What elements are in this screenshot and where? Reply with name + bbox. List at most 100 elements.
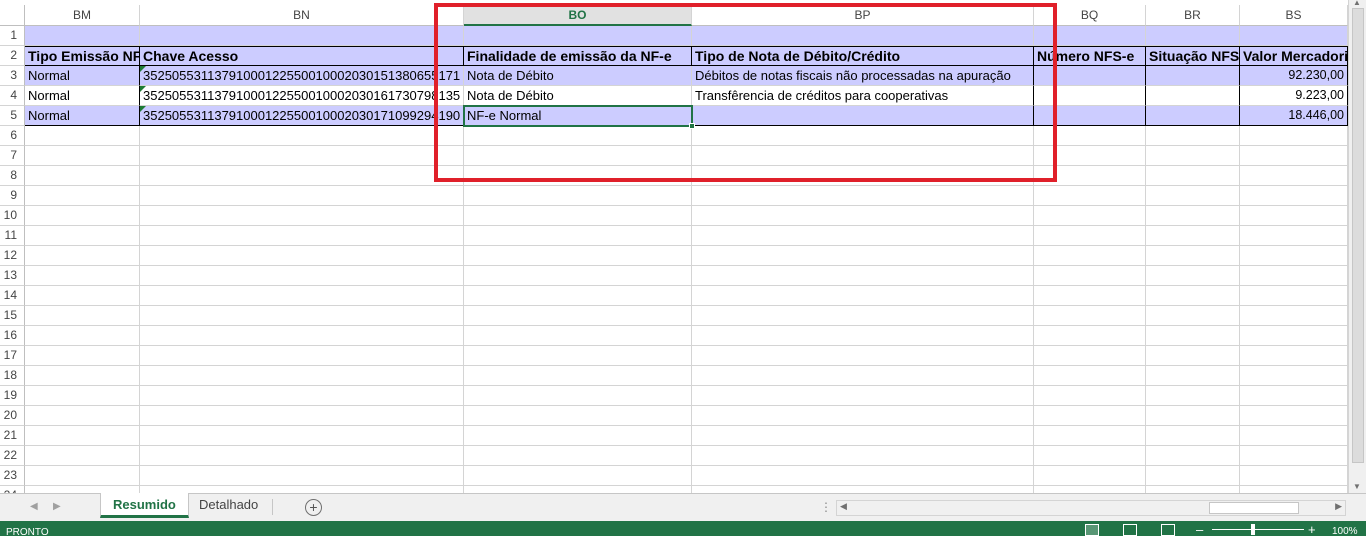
cell-bn[interactable] xyxy=(140,206,464,226)
cell-bm[interactable]: Normal xyxy=(25,66,140,86)
cell-bo[interactable] xyxy=(464,246,692,266)
cell-bs[interactable] xyxy=(1240,126,1348,146)
cell-br[interactable] xyxy=(1146,306,1240,326)
row-number[interactable]: 18 xyxy=(0,366,25,386)
horizontal-scrollbar[interactable]: ◀ ▶ xyxy=(836,500,1346,516)
cell-bn[interactable] xyxy=(140,166,464,186)
cell-br[interactable] xyxy=(1146,466,1240,486)
cell-bo[interactable]: NF-e Normal xyxy=(464,106,692,126)
cell-bn[interactable] xyxy=(140,386,464,406)
row-number[interactable]: 11 xyxy=(0,226,25,246)
cell-bm[interactable] xyxy=(25,226,140,246)
cell-bq[interactable]: Número NFS-e xyxy=(1034,46,1146,66)
row-number[interactable]: 5 xyxy=(0,106,25,126)
cell-bp[interactable] xyxy=(692,166,1034,186)
zoom-slider[interactable] xyxy=(1212,529,1304,530)
cell-bo[interactable] xyxy=(464,146,692,166)
cell-bo[interactable] xyxy=(464,346,692,366)
cell-br[interactable] xyxy=(1146,406,1240,426)
zoom-out-icon[interactable]: – xyxy=(1196,522,1203,536)
row-number[interactable]: 19 xyxy=(0,386,25,406)
cell-bo[interactable] xyxy=(464,186,692,206)
cell-br[interactable] xyxy=(1146,206,1240,226)
cell-bp[interactable] xyxy=(692,106,1034,126)
row-number[interactable]: 14 xyxy=(0,286,25,306)
cell-br[interactable] xyxy=(1146,486,1240,493)
cell-bm[interactable] xyxy=(25,426,140,446)
cell-bq[interactable] xyxy=(1034,26,1146,46)
cell-bp[interactable] xyxy=(692,406,1034,426)
cell-bq[interactable] xyxy=(1034,106,1146,126)
grid-view-icon[interactable] xyxy=(1085,524,1099,536)
row-number[interactable]: 7 xyxy=(0,146,25,166)
cell-bn[interactable] xyxy=(140,346,464,366)
cell-bs[interactable]: 92.230,00 xyxy=(1240,66,1348,86)
select-all-corner[interactable] xyxy=(0,5,25,26)
row-number[interactable]: 4 xyxy=(0,86,25,106)
cell-bs[interactable] xyxy=(1240,226,1348,246)
zoom-level[interactable]: 100% xyxy=(1332,526,1358,536)
row-number[interactable]: 8 xyxy=(0,166,25,186)
cell-bo[interactable]: Nota de Débito xyxy=(464,86,692,106)
cell-bp[interactable] xyxy=(692,266,1034,286)
cell-bm[interactable] xyxy=(25,446,140,466)
cell-bs[interactable] xyxy=(1240,386,1348,406)
cell-br[interactable] xyxy=(1146,66,1240,86)
cell-bq[interactable] xyxy=(1034,286,1146,306)
cell-bn[interactable] xyxy=(140,366,464,386)
cell-bo[interactable] xyxy=(464,326,692,346)
row-number[interactable]: 21 xyxy=(0,426,25,446)
fill-handle[interactable] xyxy=(689,123,695,129)
vertical-scroll-thumb[interactable] xyxy=(1352,8,1364,463)
cell-bo[interactable] xyxy=(464,366,692,386)
zoom-in-icon[interactable]: + xyxy=(1308,522,1316,536)
column-header-bp[interactable]: BP xyxy=(692,5,1034,26)
cell-bm[interactable]: Tipo Emissão NF-e xyxy=(25,46,140,66)
cell-bq[interactable] xyxy=(1034,426,1146,446)
cell-bn[interactable] xyxy=(140,26,464,46)
cell-bs[interactable]: Valor Mercadorias xyxy=(1240,46,1348,66)
cell-bs[interactable]: 18.446,00 xyxy=(1240,106,1348,126)
cell-br[interactable] xyxy=(1146,346,1240,366)
cell-bo[interactable] xyxy=(464,226,692,246)
cell-bn[interactable] xyxy=(140,326,464,346)
cell-bm[interactable] xyxy=(25,206,140,226)
cell-bq[interactable] xyxy=(1034,386,1146,406)
cell-br[interactable] xyxy=(1146,166,1240,186)
cell-bp[interactable]: Tipo de Nota de Débito/Crédito xyxy=(692,46,1034,66)
cell-bn[interactable] xyxy=(140,246,464,266)
cell-bq[interactable] xyxy=(1034,326,1146,346)
cell-br[interactable] xyxy=(1146,366,1240,386)
cell-br[interactable] xyxy=(1146,26,1240,46)
cell-bq[interactable] xyxy=(1034,346,1146,366)
cell-br[interactable] xyxy=(1146,146,1240,166)
cell-bo[interactable] xyxy=(464,166,692,186)
cell-bp[interactable] xyxy=(692,386,1034,406)
cell-bq[interactable] xyxy=(1034,166,1146,186)
cell-bn[interactable]: Chave Acesso xyxy=(140,46,464,66)
cell-bm[interactable] xyxy=(25,126,140,146)
prev-sheet-icon[interactable]: ◀ xyxy=(30,501,38,512)
page-layout-icon[interactable] xyxy=(1123,524,1137,536)
cell-bp[interactable] xyxy=(692,226,1034,246)
row-number[interactable]: 20 xyxy=(0,406,25,426)
vertical-scrollbar[interactable]: ▲ ▼ xyxy=(1348,0,1366,493)
cell-br[interactable] xyxy=(1146,246,1240,266)
cell-br[interactable] xyxy=(1146,386,1240,406)
cell-bn[interactable] xyxy=(140,266,464,286)
cell-bm[interactable] xyxy=(25,246,140,266)
cell-br[interactable] xyxy=(1146,446,1240,466)
page-break-icon[interactable] xyxy=(1161,524,1175,536)
row-number[interactable]: 12 xyxy=(0,246,25,266)
cell-bs[interactable] xyxy=(1240,306,1348,326)
cell-bs[interactable] xyxy=(1240,166,1348,186)
cell-bs[interactable] xyxy=(1240,286,1348,306)
row-number[interactable]: 10 xyxy=(0,206,25,226)
spreadsheet-grid[interactable]: BM BN BO BP BQ BR BS 12Tipo Emissão NF-e… xyxy=(0,5,1348,493)
cell-bp[interactable]: Transfêrencia de créditos para cooperati… xyxy=(692,86,1034,106)
row-number[interactable]: 15 xyxy=(0,306,25,326)
row-number[interactable]: 24 xyxy=(0,486,25,493)
row-number[interactable]: 23 xyxy=(0,466,25,486)
row-number[interactable]: 13 xyxy=(0,266,25,286)
row-number[interactable]: 16 xyxy=(0,326,25,346)
